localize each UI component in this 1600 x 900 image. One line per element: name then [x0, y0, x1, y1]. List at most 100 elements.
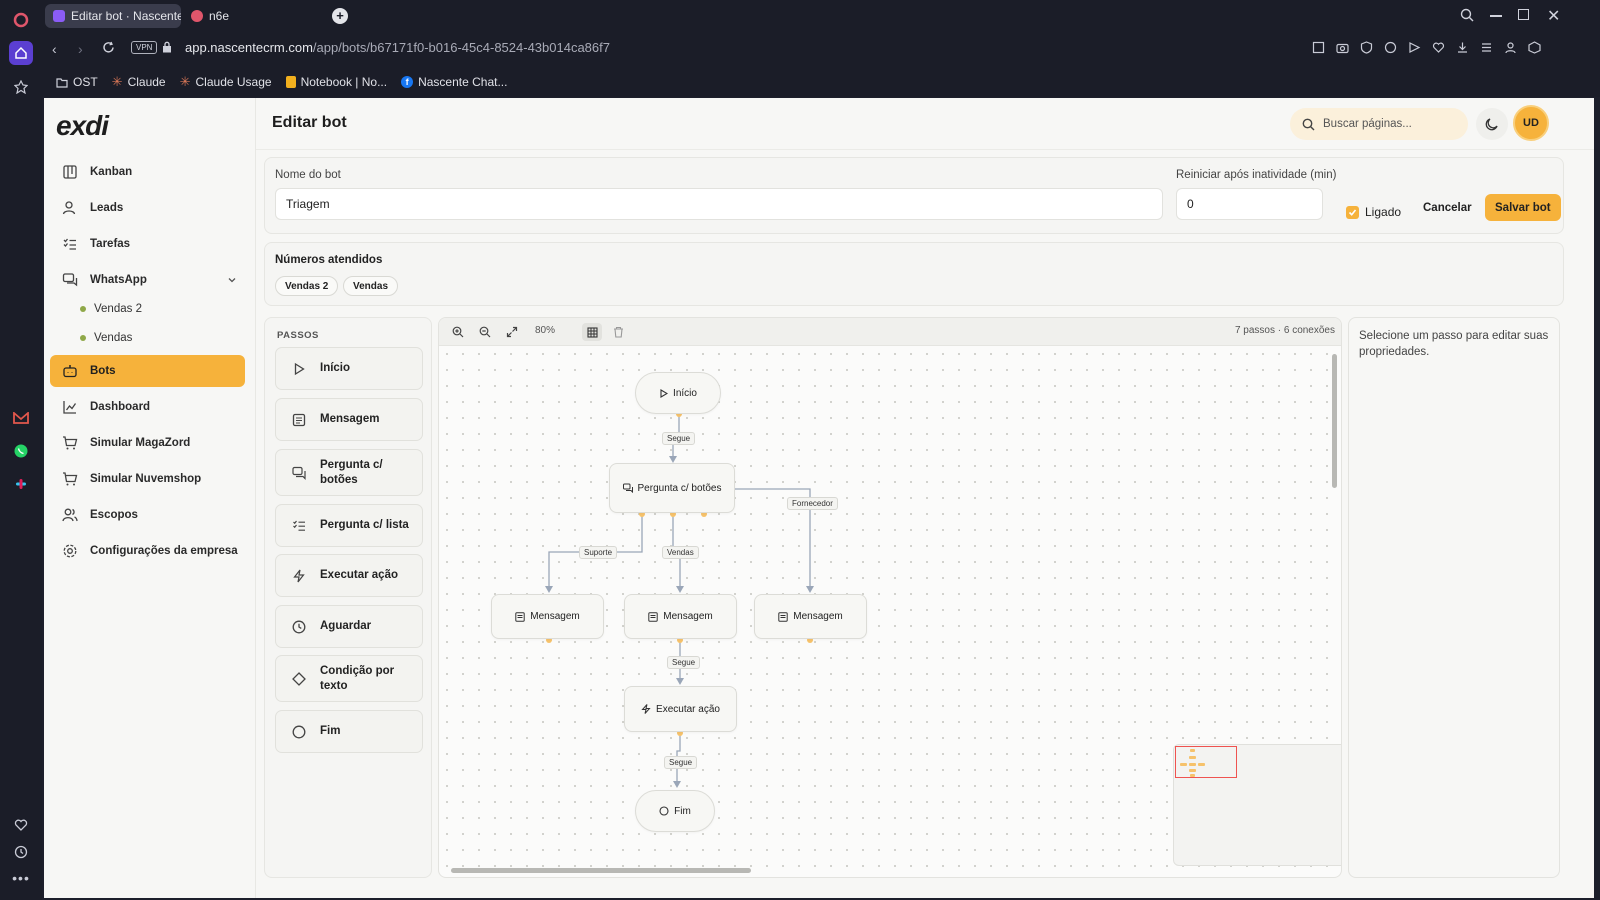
- node-message-1[interactable]: Mensagem: [491, 594, 604, 639]
- lock-icon[interactable]: [162, 41, 172, 53]
- tab-inactive[interactable]: n6e: [183, 4, 243, 28]
- vertical-scrollbar[interactable]: [1332, 354, 1337, 488]
- theme-toggle-button[interactable]: [1476, 108, 1508, 140]
- enabled-toggle[interactable]: Ligado: [1346, 205, 1401, 219]
- pin-icon[interactable]: [9, 75, 33, 99]
- maximize-icon[interactable]: [1518, 9, 1529, 20]
- restart-minutes-field[interactable]: 0: [1176, 188, 1323, 220]
- zoom-out-icon[interactable]: [479, 326, 491, 338]
- search-tabs-icon[interactable]: [1460, 8, 1474, 22]
- download-icon[interactable]: [1456, 41, 1469, 54]
- save-bot-button[interactable]: Salvar bot: [1485, 194, 1561, 221]
- box-icon[interactable]: [1528, 41, 1541, 54]
- facebook-icon: f: [401, 76, 414, 88]
- question-buttons-icon: [292, 466, 306, 480]
- extension-icon[interactable]: [1384, 41, 1397, 54]
- avatar[interactable]: UD: [1513, 105, 1549, 141]
- sidebar-item-configuracoes[interactable]: Configurações da empresa: [50, 535, 245, 567]
- sidebar-item-dashboard[interactable]: Dashboard: [50, 391, 245, 423]
- number-chip-vendas[interactable]: Vendas: [343, 276, 399, 296]
- circle-icon: [292, 725, 306, 738]
- sidebar-item-tarefas[interactable]: Tarefas: [50, 228, 245, 260]
- gmail-icon[interactable]: [9, 406, 33, 430]
- sidebar-item-simular-magazord[interactable]: Simular MagaZord: [50, 427, 245, 459]
- fit-view-icon[interactable]: [506, 326, 518, 338]
- reload-icon[interactable]: [102, 41, 115, 54]
- bookmark-claude[interactable]: ✳ Claude: [112, 74, 166, 90]
- step-label: Executar ação: [320, 569, 398, 581]
- heart-outline-icon[interactable]: [1432, 41, 1445, 54]
- more-icon[interactable]: •••: [9, 866, 33, 890]
- vpn-badge[interactable]: VPN: [131, 41, 158, 54]
- opera-logo-icon[interactable]: [9, 8, 33, 32]
- minimap[interactable]: [1173, 744, 1341, 866]
- checkbox-checked-icon[interactable]: [1346, 205, 1359, 219]
- minimize-icon[interactable]: [1490, 15, 1502, 17]
- menu-icon[interactable]: [1480, 41, 1493, 54]
- tab-active[interactable]: Editar bot · Nascente: [45, 4, 181, 28]
- url-field[interactable]: app.nascentecrm.com/app/bots/b67171f0-b0…: [185, 40, 610, 55]
- step-executar-acao[interactable]: Executar ação: [275, 554, 423, 597]
- page-header: Editar bot Buscar páginas... UD: [256, 98, 1594, 150]
- question-buttons-icon: [622, 483, 633, 493]
- back-icon[interactable]: ‹: [52, 41, 57, 57]
- search-input[interactable]: Buscar páginas...: [1290, 108, 1468, 140]
- history-icon[interactable]: [9, 840, 33, 864]
- node-question[interactable]: Pergunta c/ botões: [609, 463, 735, 513]
- node-label: Fim: [674, 805, 691, 817]
- bot-name-field[interactable]: Triagem: [275, 188, 1163, 220]
- node-action[interactable]: Executar ação: [624, 686, 737, 732]
- sidebar-item-whatsapp[interactable]: WhatsApp: [50, 264, 245, 296]
- bookmark-claude-usage[interactable]: ✳ Claude Usage: [180, 74, 272, 90]
- edge-label-segue: Segue: [667, 656, 701, 669]
- horizontal-scrollbar[interactable]: [451, 868, 751, 873]
- sidebar-item-label: WhatsApp: [90, 274, 147, 286]
- close-window-icon[interactable]: ✕: [1547, 6, 1560, 26]
- step-aguardar[interactable]: Aguardar: [275, 605, 423, 648]
- profile-icon[interactable]: [1504, 41, 1517, 54]
- home-icon[interactable]: [9, 41, 33, 65]
- whatsapp-icon[interactable]: [9, 439, 33, 463]
- node-message-2[interactable]: Mensagem: [624, 594, 737, 639]
- logo[interactable]: exdi: [56, 110, 109, 142]
- slack-icon[interactable]: [9, 472, 33, 496]
- sidebar-subitem-label: Vendas: [94, 332, 133, 344]
- sidebar-item-label: Simular Nuvemshop: [90, 473, 202, 485]
- sidebar-subitem-vendas[interactable]: Vendas: [80, 327, 132, 349]
- forward-icon[interactable]: ›: [78, 41, 83, 57]
- node-start[interactable]: Início: [635, 372, 721, 414]
- node-message-3[interactable]: Mensagem: [754, 594, 867, 639]
- heart-icon[interactable]: [9, 813, 33, 837]
- bookmark-ost[interactable]: OST: [56, 75, 98, 89]
- sidebar-item-simular-nuvemshop[interactable]: Simular Nuvemshop: [50, 463, 245, 495]
- cancel-button[interactable]: Cancelar: [1415, 195, 1480, 221]
- folder-icon: [56, 77, 68, 88]
- notebook-icon: [285, 76, 296, 88]
- step-pergunta-lista[interactable]: Pergunta c/ lista: [275, 504, 423, 547]
- sidebar-item-bots[interactable]: Bots: [50, 355, 245, 387]
- trash-icon[interactable]: [613, 326, 624, 338]
- bookmark-notebook[interactable]: Notebook | No...: [285, 75, 387, 89]
- step-mensagem[interactable]: Mensagem: [275, 398, 423, 441]
- flow-canvas[interactable]: 80% 7 passos · 6 conexões Início Pergunt…: [438, 317, 1342, 878]
- shield-icon[interactable]: [1360, 41, 1373, 54]
- camera-icon[interactable]: [1336, 41, 1349, 54]
- edit-icon[interactable]: [1312, 41, 1325, 54]
- bookmark-nascente-chat[interactable]: f Nascente Chat...: [401, 75, 507, 89]
- arrowhead: [673, 781, 681, 788]
- sidebar-item-kanban[interactable]: Kanban: [50, 156, 245, 188]
- sidebar-item-escopos[interactable]: Escopos: [50, 499, 245, 531]
- step-pergunta-botoes[interactable]: Pergunta c/ botões: [275, 449, 423, 496]
- sidebar-item-leads[interactable]: Leads: [50, 192, 245, 224]
- step-fim[interactable]: Fim: [275, 710, 423, 753]
- zoom-in-icon[interactable]: [452, 326, 464, 338]
- send-icon[interactable]: [1408, 41, 1421, 54]
- step-inicio[interactable]: Início: [275, 347, 423, 390]
- grid-toggle-button[interactable]: [582, 323, 602, 341]
- node-end[interactable]: Fim: [635, 790, 715, 832]
- number-chip-vendas-2[interactable]: Vendas 2: [275, 276, 339, 296]
- new-tab-icon[interactable]: +: [332, 8, 348, 24]
- chevron-down-icon[interactable]: [227, 275, 237, 285]
- step-condicao-texto[interactable]: Condição por texto: [275, 655, 423, 702]
- sidebar-subitem-vendas-2[interactable]: Vendas 2: [80, 298, 142, 320]
